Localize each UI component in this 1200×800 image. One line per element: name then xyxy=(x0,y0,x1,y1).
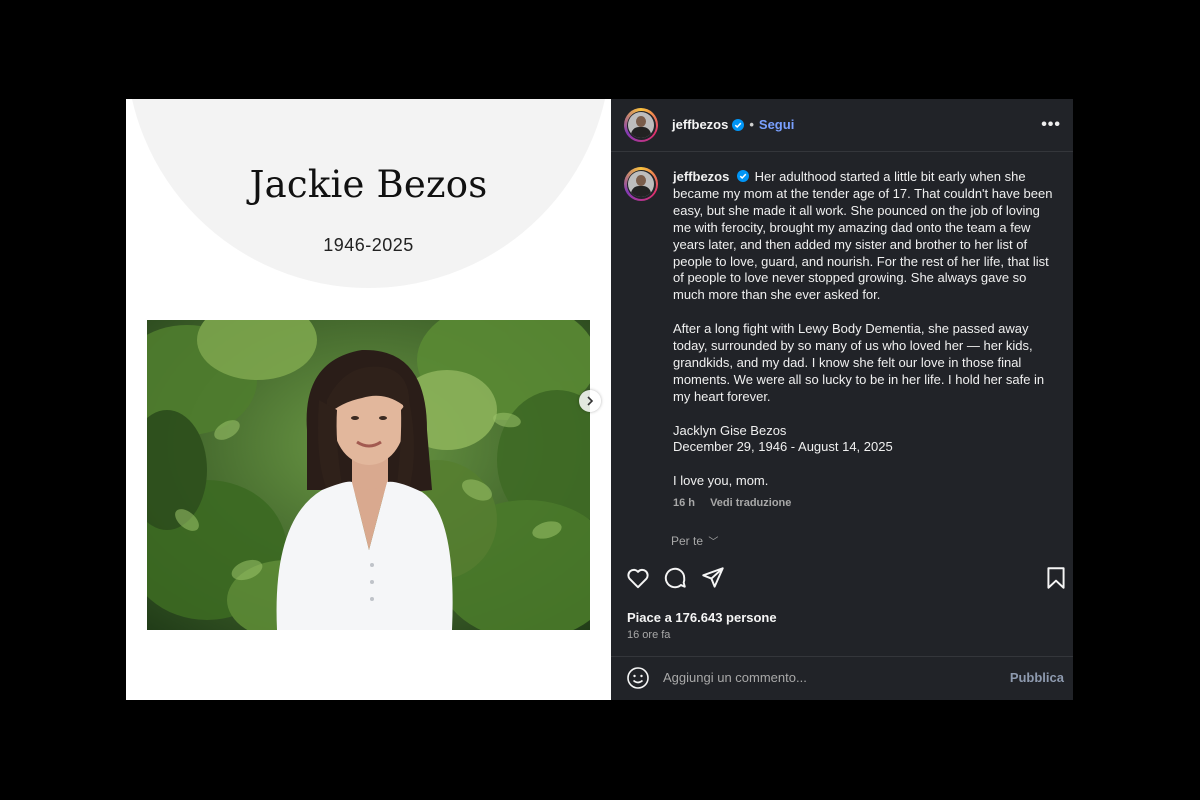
post-header: jeffbezos • Segui ••• xyxy=(611,99,1073,151)
more-options-icon[interactable]: ••• xyxy=(1041,116,1061,134)
post-side-panel: jeffbezos • Segui ••• jeffbezos Her adul… xyxy=(611,99,1073,700)
action-bar xyxy=(611,565,1073,595)
separator-dot: • xyxy=(749,117,754,132)
author-avatar[interactable] xyxy=(624,108,658,142)
comment-bar: Aggiungi un commento... Pubblica xyxy=(611,657,1073,700)
caption-username[interactable]: jeffbezos xyxy=(673,169,729,184)
caption-closing: I love you, mom. xyxy=(673,473,769,489)
chevron-down-icon: ﹀ xyxy=(708,537,719,548)
memorial-years: 1946-2025 xyxy=(323,235,414,255)
comment-input[interactable]: Aggiungi un commento... xyxy=(663,670,807,685)
post-media: Jackie Bezos 1946-2025 xyxy=(126,99,611,700)
follow-button[interactable]: Segui xyxy=(759,117,794,132)
verified-badge-icon xyxy=(732,118,745,131)
caption-dates-line: December 29, 1946 - August 14, 2025 xyxy=(673,439,893,455)
chevron-right-icon xyxy=(587,396,594,406)
for-you-label: Per te xyxy=(671,534,704,548)
see-translation-link[interactable]: Vedi traduzione xyxy=(710,497,791,509)
caption-meta: 16 h Vedi traduzione xyxy=(673,497,803,509)
memorial-name-title: Jackie Bezos xyxy=(249,163,488,206)
header-divider xyxy=(611,151,1073,152)
for-you-toggle[interactable]: Per te ﹀ xyxy=(671,533,718,548)
caption-name-line: Jacklyn Gise Bezos xyxy=(673,422,787,438)
author-username[interactable]: jeffbezos xyxy=(672,117,728,132)
caption-text: jeffbezos Her adulthood started a little… xyxy=(673,169,1055,507)
caption-paragraph-1: Her adulthood started a little bit early… xyxy=(673,169,1053,303)
likes-count[interactable]: Piace a 176.643 persone xyxy=(627,610,777,625)
instagram-post: Jackie Bezos 1946-2025 jeffbezos • Segui… xyxy=(126,99,1073,700)
verified-badge-icon xyxy=(736,170,749,182)
publish-button[interactable]: Pubblica xyxy=(1010,670,1064,685)
caption-author-avatar[interactable] xyxy=(624,167,658,201)
comment-icon[interactable] xyxy=(662,565,688,591)
share-icon[interactable] xyxy=(700,565,726,591)
next-slide-button[interactable] xyxy=(579,390,601,412)
heart-icon[interactable] xyxy=(625,565,651,591)
post-timestamp: 16 ore fa xyxy=(627,629,671,641)
caption-age: 16 h xyxy=(673,497,696,509)
emoji-icon[interactable] xyxy=(626,666,650,690)
caption-paragraph-2: After a long fight with Lewy Body Dement… xyxy=(673,321,1045,404)
memorial-photo xyxy=(147,320,590,630)
header-user-row: jeffbezos • Segui xyxy=(672,117,794,132)
bookmark-icon[interactable] xyxy=(1043,565,1069,591)
